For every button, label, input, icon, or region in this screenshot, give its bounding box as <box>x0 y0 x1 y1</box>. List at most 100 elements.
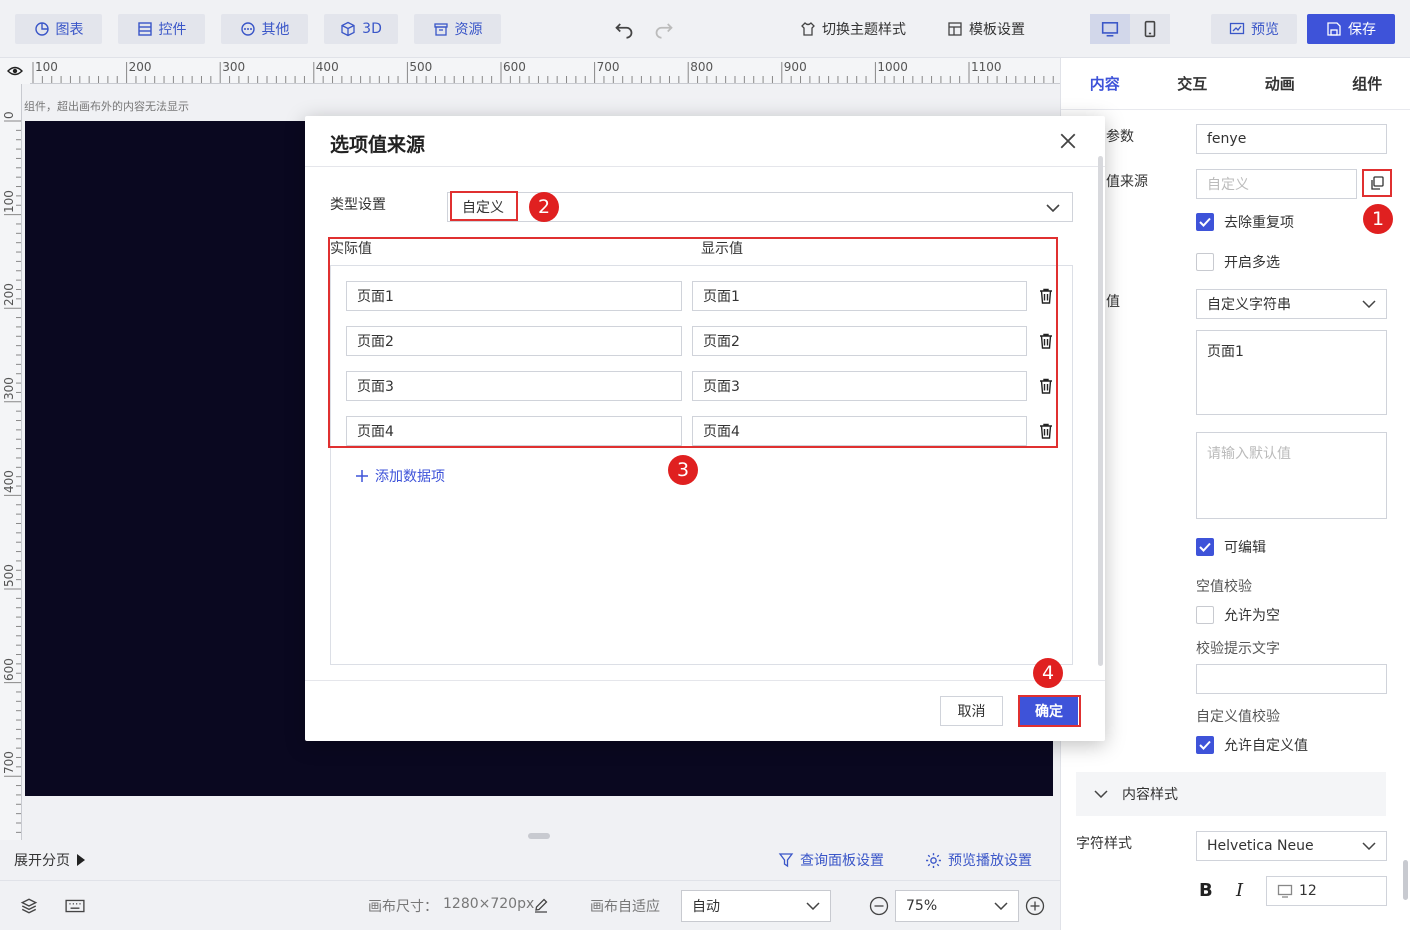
multi-select-label: 开启多选 <box>1224 255 1280 271</box>
zoom-value: 75% <box>906 898 938 914</box>
switch-theme-label: 切换主题样式 <box>822 22 906 38</box>
monitor-icon <box>1101 22 1119 37</box>
step-badge: 2 <box>529 192 559 222</box>
expand-pages-button[interactable]: 展开分页 <box>14 850 86 870</box>
type-value-highlight <box>450 191 518 221</box>
multi-select-checkbox[interactable]: 开启多选 <box>1196 252 1280 272</box>
dedupe-checkbox[interactable]: 去除重复项 <box>1196 212 1294 232</box>
cancel-button[interactable]: 取消 <box>940 696 1003 726</box>
tab-interaction[interactable]: 交互 <box>1149 58 1237 109</box>
allow-custom-checkbox[interactable]: 允许自定义值 <box>1196 735 1308 755</box>
step-badge: 1 <box>1363 204 1393 234</box>
default-type-select[interactable]: 自定义字符串 <box>1196 289 1387 319</box>
pencil-icon <box>535 898 548 913</box>
ruler-mark: 400 <box>2 470 16 494</box>
checkbox-unchecked-icon <box>1196 606 1214 624</box>
ruler-mark: 100 <box>2 189 16 213</box>
default-value-textarea[interactable]: 页面1 <box>1196 330 1387 415</box>
tab-animation[interactable]: 动画 <box>1236 58 1324 109</box>
tab-3d[interactable]: 3D <box>324 14 398 44</box>
expand-pages-label: 展开分页 <box>14 853 70 869</box>
default-value-placeholder-textarea[interactable]: 请输入默认值 <box>1196 432 1387 519</box>
dedupe-label: 去除重复项 <box>1224 215 1294 231</box>
allow-custom-label: 允许自定义值 <box>1224 738 1308 754</box>
check-tip-input[interactable] <box>1196 664 1387 694</box>
option-source-dialog: 选项值来源 类型设置 自定义 实际值 显示值 页面1 页面1 页面2 页面2 页… <box>305 116 1105 741</box>
undo-button[interactable] <box>614 14 634 44</box>
ruler-mark: 600 <box>2 657 16 681</box>
step-badge: 4 <box>1033 658 1063 688</box>
edit-canvas-size-button[interactable] <box>533 897 549 917</box>
canvas-fit-select[interactable]: 自动 <box>681 890 831 922</box>
keyboard-shortcuts-button[interactable] <box>65 898 85 918</box>
desktop-view-button[interactable] <box>1090 14 1130 44</box>
ruler-mark: 500 <box>409 60 433 74</box>
tab-chart[interactable]: 图表 <box>15 14 102 44</box>
ruler-mark: 300 <box>2 376 16 400</box>
option-source-input[interactable]: 自定义 <box>1196 169 1357 199</box>
switch-theme-button[interactable]: 切换主题样式 <box>800 14 906 44</box>
chevron-down-icon <box>1094 790 1108 798</box>
canvas-fit-label: 画布自适应 <box>590 899 660 915</box>
ruler-mark: 0 <box>2 111 16 119</box>
keyboard-icon <box>65 899 85 913</box>
query-panel-settings-link[interactable]: 查询面板设置 <box>778 850 884 870</box>
dialog-title: 选项值来源 <box>330 134 426 156</box>
monitor-icon <box>1277 884 1293 898</box>
properties-tabs: 内容 交互 动画 组件 <box>1061 58 1410 110</box>
allow-null-checkbox[interactable]: 允许为空 <box>1196 605 1280 625</box>
add-item-button[interactable]: 添加数据项 <box>355 466 445 486</box>
zoom-select[interactable]: 75% <box>895 890 1019 922</box>
redo-button[interactable] <box>654 14 674 44</box>
template-settings-button[interactable]: 模板设置 <box>947 14 1025 44</box>
type-setting-label: 类型设置 <box>330 197 386 213</box>
font-style-label: 字符样式 <box>1076 836 1132 852</box>
canvas-resize-handle[interactable] <box>528 833 550 839</box>
font-family-select[interactable]: Helvetica Neue <box>1196 831 1387 861</box>
ruler-mark: 700 <box>2 751 16 775</box>
visibility-toggle[interactable] <box>0 58 30 84</box>
editable-checkbox[interactable]: 可编辑 <box>1196 537 1266 557</box>
zoom-out-button[interactable] <box>869 896 889 920</box>
layers-button[interactable] <box>20 897 38 919</box>
confirm-highlight <box>1018 695 1081 727</box>
content-style-section[interactable]: 内容样式 <box>1076 772 1386 816</box>
add-item-label: 添加数据项 <box>375 469 445 485</box>
ruler-mark: 900 <box>783 60 807 74</box>
mobile-view-button[interactable] <box>1130 14 1170 44</box>
tab-other-label: 其他 <box>261 22 290 38</box>
cube-icon <box>341 21 355 37</box>
null-check-label: 空值校验 <box>1196 579 1252 595</box>
chevron-down-icon <box>994 902 1008 910</box>
default-type-value: 自定义字符串 <box>1207 297 1291 313</box>
close-button[interactable] <box>1057 130 1079 152</box>
query-panel-settings-label: 查询面板设置 <box>800 853 884 869</box>
tab-component[interactable]: 组件 <box>1324 58 1410 109</box>
param-input[interactable]: fenye <box>1196 124 1387 154</box>
ruler-mark: 700 <box>596 60 620 74</box>
more-circle-icon <box>240 22 255 36</box>
save-icon <box>1327 22 1341 36</box>
tab-resource[interactable]: 资源 <box>414 14 501 44</box>
canvas-size-value: 1280×720px <box>443 896 535 912</box>
panel-scrollbar[interactable] <box>1403 860 1408 900</box>
zoom-in-icon <box>1025 896 1045 916</box>
tab-other[interactable]: 其他 <box>221 14 308 44</box>
layers-icon <box>20 898 38 914</box>
tab-widget[interactable]: 控件 <box>118 14 205 44</box>
italic-button[interactable]: I <box>1236 880 1243 901</box>
dialog-scrollbar[interactable] <box>1098 156 1103 666</box>
preview-play-settings-link[interactable]: 预览播放设置 <box>925 850 1032 870</box>
option-source-edit-button[interactable] <box>1362 169 1392 197</box>
preview-button[interactable]: 预览 <box>1211 14 1297 44</box>
tab-content[interactable]: 内容 <box>1061 58 1149 109</box>
bold-button[interactable]: B <box>1199 880 1213 901</box>
canvas-note: 组件，超出画布外的内容无法显示 <box>24 100 189 113</box>
save-button[interactable]: 保存 <box>1307 14 1395 44</box>
ruler-mark: 600 <box>503 60 526 74</box>
font-size-input[interactable]: 12 <box>1266 876 1387 906</box>
ruler-mark: 800 <box>690 60 714 74</box>
zoom-in-button[interactable] <box>1025 896 1045 920</box>
gear-icon <box>926 852 941 868</box>
tab-chart-label: 图表 <box>55 22 84 38</box>
